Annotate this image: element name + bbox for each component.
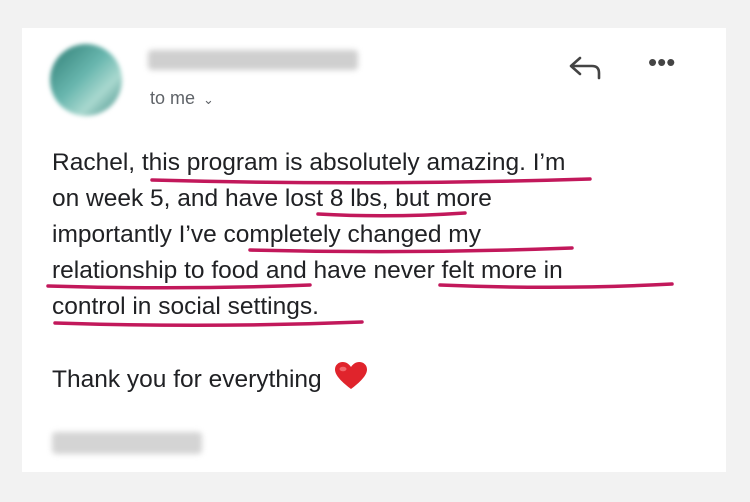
recipient-line[interactable]: to me ⌄ xyxy=(150,88,214,109)
chevron-down-icon[interactable]: ⌄ xyxy=(203,92,214,107)
closing-text: Thank you for everything xyxy=(52,366,322,393)
signature-blurred xyxy=(52,432,202,454)
body-line: control in social settings. xyxy=(52,293,319,320)
body-line: relationship to food and have never felt… xyxy=(52,257,563,284)
body-line: on week 5, and have lost 8 lbs, but more xyxy=(52,185,492,212)
closing-line: Thank you for everything xyxy=(52,361,368,394)
email-body: Rachel, this program is absolutely amazi… xyxy=(52,145,692,325)
reply-arrow-icon[interactable] xyxy=(566,52,604,80)
sender-avatar[interactable] xyxy=(50,44,122,116)
body-line: importantly I’ve completely changed my xyxy=(52,221,481,248)
recipient-label: to me xyxy=(150,88,196,108)
heart-icon xyxy=(335,362,368,389)
body-line: Rachel, this program is absolutely amazi… xyxy=(52,149,566,176)
sender-name-blurred[interactable] xyxy=(148,50,358,70)
more-options-icon[interactable]: ••• xyxy=(648,49,675,75)
